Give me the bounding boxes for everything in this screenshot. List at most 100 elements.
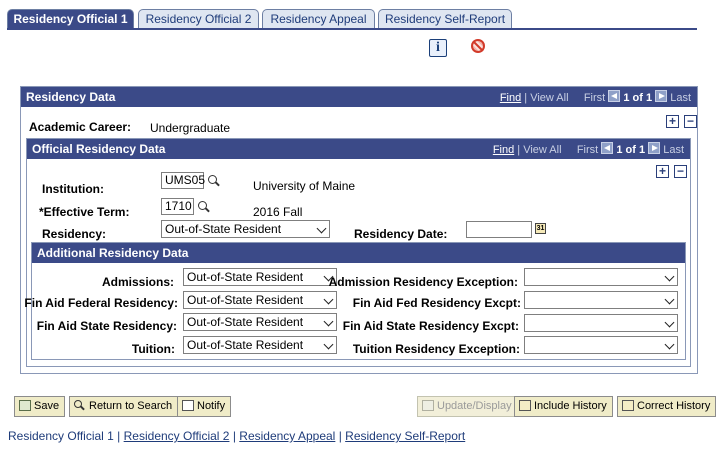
fin-aid-federal-select[interactable]: Out-of-State Resident [183,291,337,309]
tab-underline [7,28,697,30]
official-delete-row-minus-icon[interactable]: − [674,165,687,178]
fin-aid-state-exception-label: Fin Aid State Residency Excpt: [342,319,519,333]
fin-aid-federal-select-value: Out-of-State Resident [187,293,304,307]
include-history-button[interactable]: Include History [514,396,613,417]
residency-date-label: Residency Date: [354,227,448,241]
effective-term-label: *Effective Term: [39,205,130,219]
find-link[interactable]: Find [500,92,521,104]
residency-data-nav: Find | View All First 1 of 1 Last [500,87,691,107]
footer-link-residency-official-1[interactable]: Residency Official 1 [8,429,114,443]
calendar-icon[interactable]: 31 [535,223,546,234]
fin-aid-state-label: Fin Aid State Residency: [36,319,177,333]
footer-link-residency-official-2[interactable]: Residency Official 2 [124,429,230,443]
tuition-exception-label: Tuition Residency Exception: [352,342,520,356]
official-previous-arrow-icon[interactable] [601,142,614,154]
residency-select-value: Out-of-State Resident [165,222,282,236]
residency-data-title: Residency Data [26,90,116,104]
spellcheck-stop-icon[interactable] [471,39,485,53]
chevron-down-icon [316,223,327,234]
institution-input[interactable]: UMS05 [161,172,205,189]
institution-label: Institution: [42,182,104,196]
effective-term-lookup-icon[interactable] [198,201,210,213]
footer-link-residency-self-report[interactable]: Residency Self-Report [345,429,465,443]
notify-button-label: Notify [197,400,226,412]
notify-icon [182,400,194,411]
footer-link-residency-appeal[interactable]: Residency Appeal [239,429,335,443]
correct-history-icon [622,400,634,411]
chevron-down-icon [664,317,675,328]
delete-row-minus-icon[interactable]: − [684,115,697,128]
notify-button[interactable]: Notify [177,396,232,417]
official-pager-text: 1 of 1 [616,144,646,156]
academic-career-label: Academic Career: [29,120,132,134]
fin-aid-fed-exception-select[interactable] [524,291,678,309]
footer-separator: | [232,429,236,443]
save-icon [19,400,31,411]
academic-career-value: Undergraduate [150,121,231,135]
fin-aid-federal-label: Fin Aid Federal Residency: [24,296,178,310]
save-button[interactable]: Save [14,396,66,417]
additional-residency-header: Additional Residency Data [32,243,685,263]
chevron-down-icon [664,294,675,305]
admissions-label: Admissions: [101,275,174,289]
update-display-icon [422,400,434,411]
institution-lookup-icon[interactable] [208,175,220,187]
fin-aid-state-select-value: Out-of-State Resident [187,315,304,329]
residency-date-input[interactable] [466,221,532,238]
fin-aid-fed-exception-label: Fin Aid Fed Residency Excpt: [352,296,521,310]
institution-description: University of Maine [253,179,356,193]
view-all-link[interactable]: View All [530,92,568,104]
official-add-row-plus-icon[interactable]: + [656,165,669,178]
official-residency-title: Official Residency Data [32,142,166,156]
tab-residency-appeal[interactable]: Residency Appeal [262,9,375,28]
include-history-label: Include History [534,400,607,412]
tuition-select-value: Out-of-State Resident [187,338,304,352]
official-next-arrow-icon[interactable] [648,142,661,154]
official-residency-header: Official Residency Data Find | View All … [27,139,690,159]
official-residency-nav: Find | View All First 1 of 1 Last [493,139,684,159]
return-to-search-button[interactable]: Return to Search [69,396,179,417]
residency-label: Residency: [42,227,107,241]
correct-history-label: Correct History [637,400,711,412]
tuition-exception-select[interactable] [524,336,678,354]
chevron-down-icon [664,339,675,350]
fin-aid-state-select[interactable]: Out-of-State Resident [183,313,337,331]
update-display-label: Update/Display [437,400,512,412]
official-find-link[interactable]: Find [493,144,514,156]
admission-exception-label: Admission Residency Exception: [328,275,518,289]
admissions-select[interactable]: Out-of-State Resident [183,268,337,286]
info-icon[interactable]: i [429,39,447,57]
admissions-select-value: Out-of-State Resident [187,270,304,284]
residency-select[interactable]: Out-of-State Resident [161,220,330,238]
search-icon [74,400,86,411]
last-link[interactable]: Last [670,92,691,104]
effective-term-description: 2016 Fall [253,205,303,219]
correct-history-button[interactable]: Correct History [617,396,717,417]
admission-exception-select[interactable] [524,268,678,286]
previous-arrow-icon[interactable] [608,90,621,102]
update-display-button[interactable]: Update/Display [417,396,518,417]
nav-separator: | [524,92,528,104]
tab-residency-self-report[interactable]: Residency Self-Report [378,9,512,28]
effective-term-input[interactable]: 1710 [161,198,194,215]
add-row-plus-icon[interactable]: + [666,115,679,128]
tuition-label: Tuition: [131,342,175,356]
residency-data-header: Residency Data Find | View All First 1 o… [21,87,697,107]
fin-aid-state-exception-select[interactable] [524,314,678,332]
pager-text: 1 of 1 [623,92,653,104]
official-first-link[interactable]: First [577,144,598,156]
next-arrow-icon[interactable] [655,90,668,102]
tuition-select[interactable]: Out-of-State Resident [183,336,337,354]
include-history-icon [519,400,531,411]
footer-separator: | [117,429,121,443]
tab-residency-official-2[interactable]: Residency Official 2 [138,9,259,28]
tab-residency-official-1[interactable]: Residency Official 1 [7,9,134,29]
save-button-label: Save [34,400,60,412]
first-link[interactable]: First [584,92,605,104]
official-view-all-link[interactable]: View All [523,144,561,156]
return-to-search-label: Return to Search [89,400,173,412]
chevron-down-icon [664,271,675,282]
official-last-link[interactable]: Last [663,144,684,156]
footer-page-links: Residency Official 1 | Residency Officia… [8,429,465,443]
footer-separator: | [338,429,342,443]
